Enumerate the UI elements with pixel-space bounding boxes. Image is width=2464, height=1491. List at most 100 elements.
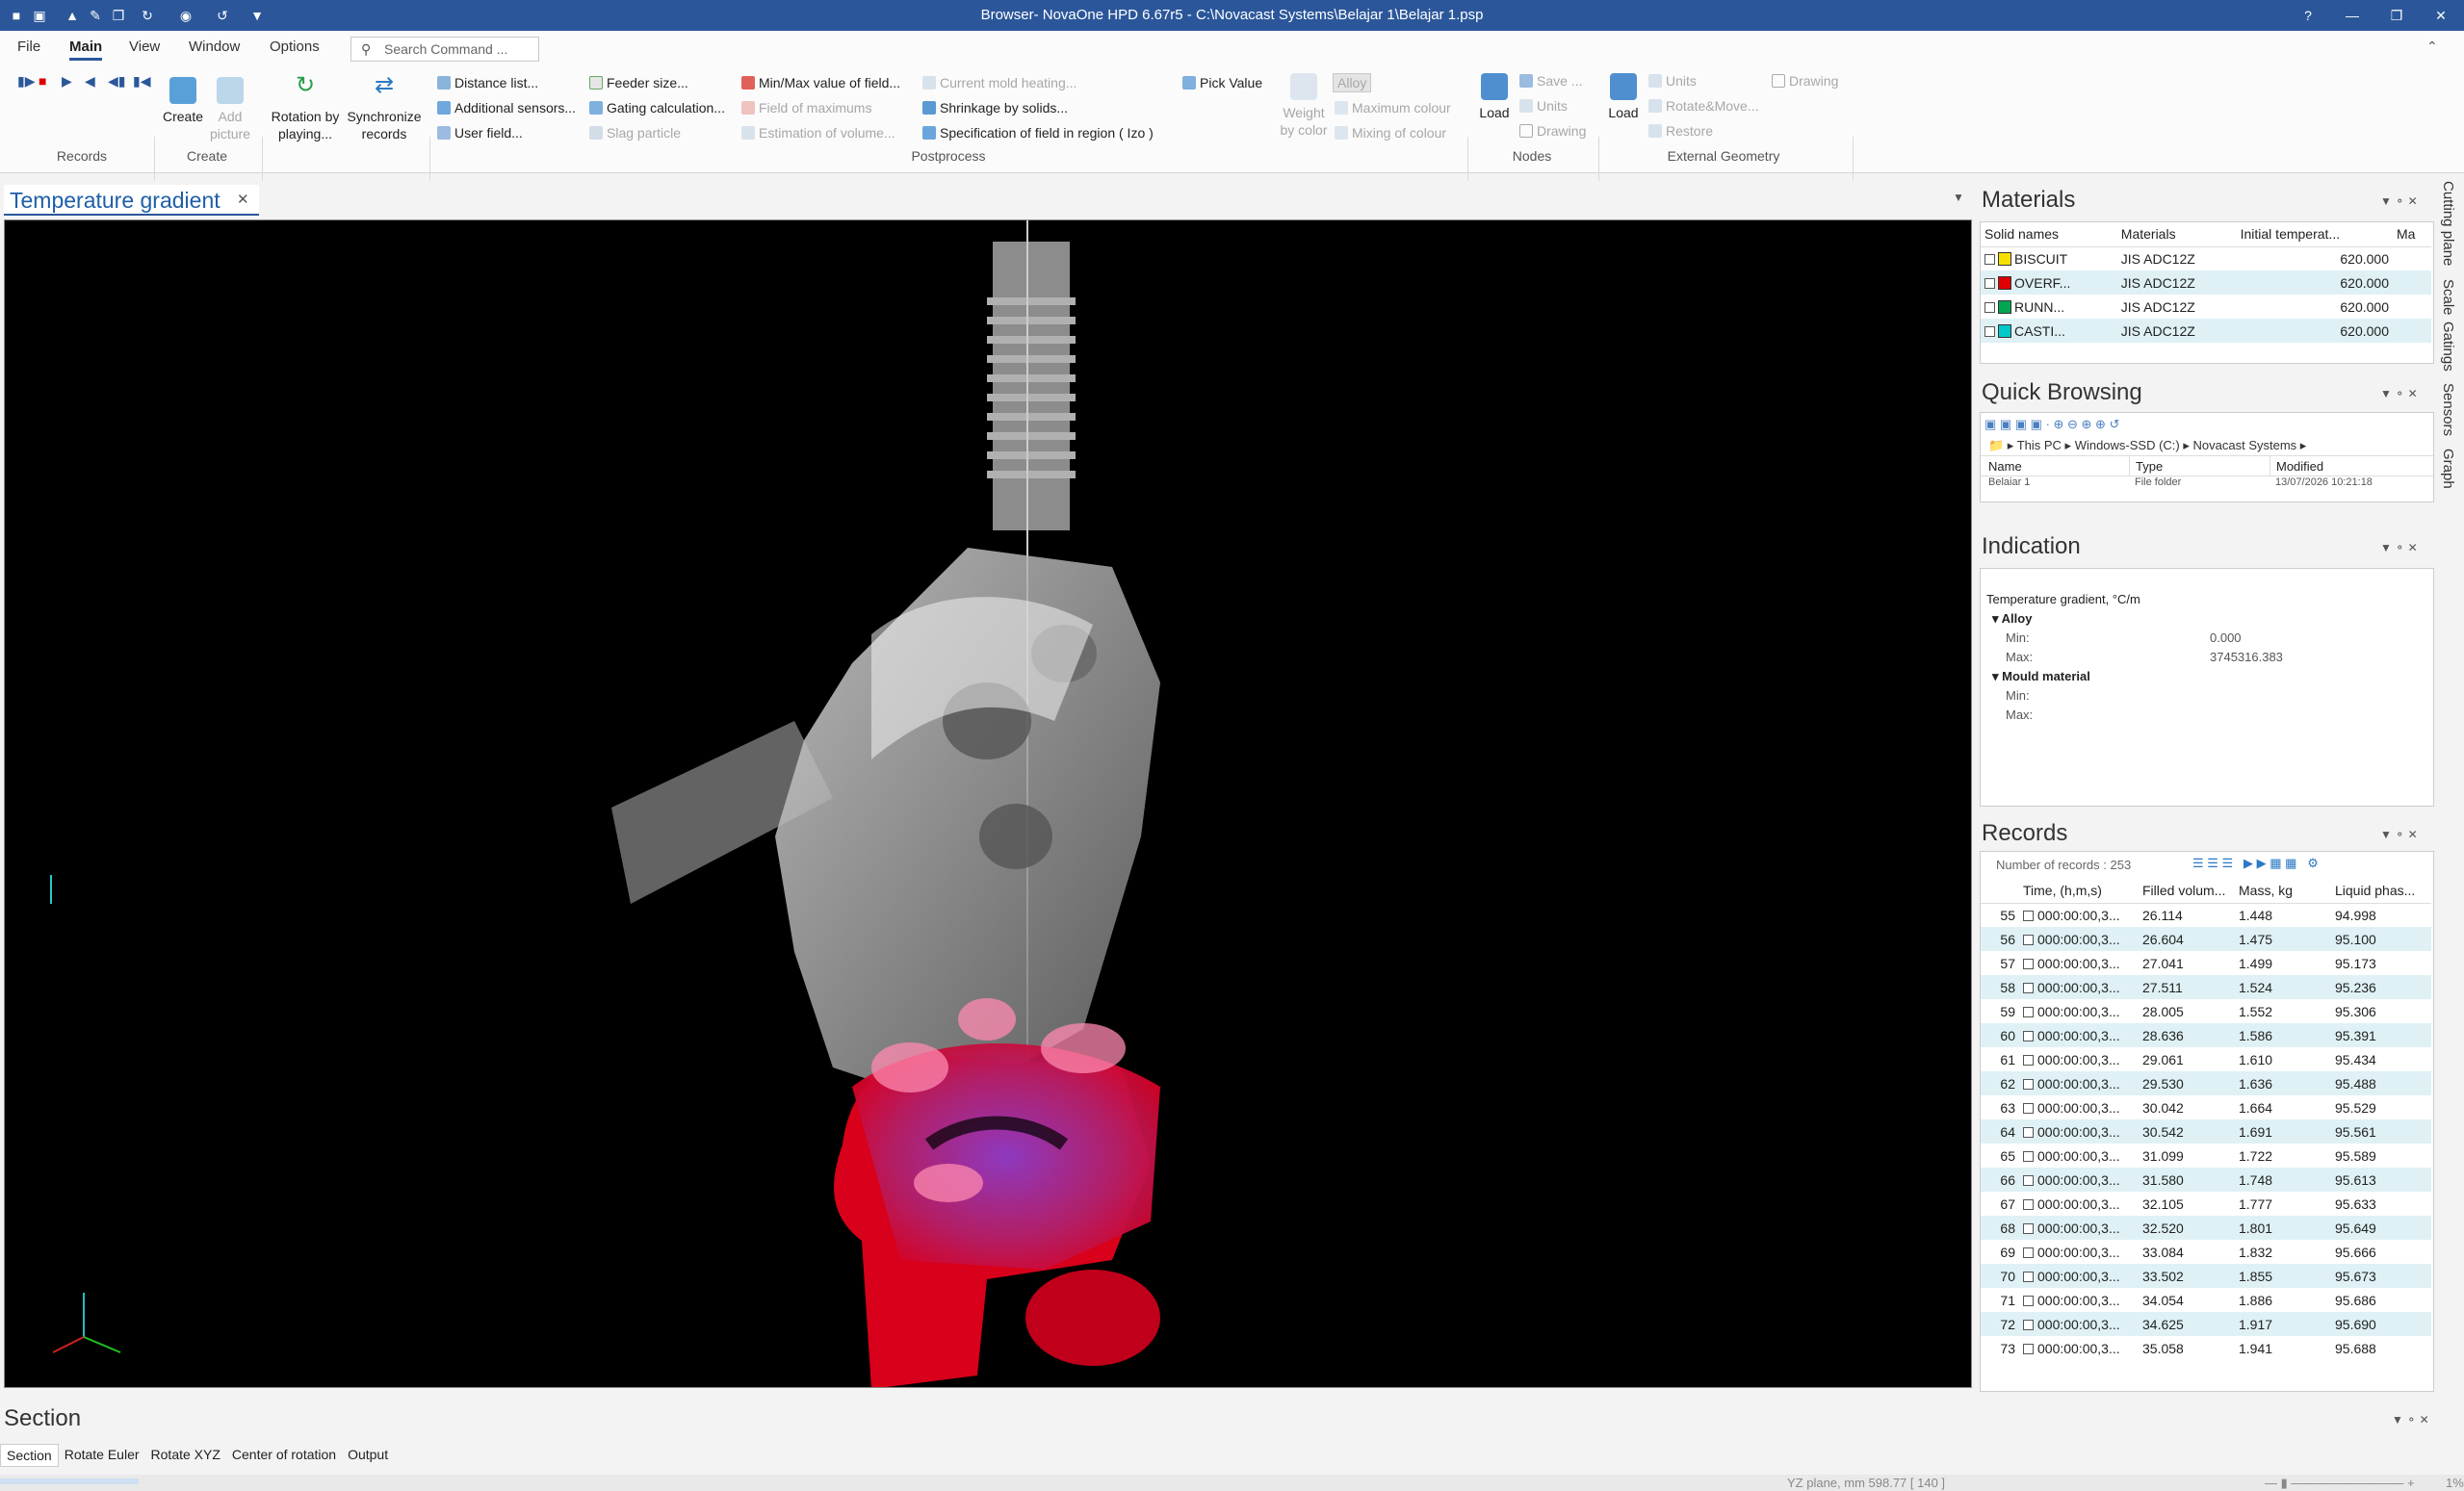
- units-nodes-button[interactable]: Units: [1519, 98, 1568, 114]
- feeder-size-button[interactable]: Feeder size...: [589, 75, 688, 90]
- drawing-nodes-checkbox[interactable]: Drawing: [1519, 123, 1586, 139]
- quick-browsing-panel-menu-icon[interactable]: ▼ ⚬ ✕: [2380, 387, 2418, 400]
- alloy-section[interactable]: ▾ Alloy: [1992, 611, 2032, 627]
- estimation-of-volume-button[interactable]: Estimation of volume...: [741, 125, 895, 141]
- table-row[interactable]: 62 000:00:00,3... 29.530 1.636 95.488: [1981, 1071, 2431, 1095]
- add-picture-button[interactable]: Add picture: [206, 77, 254, 142]
- user-field-button[interactable]: User field...: [437, 125, 523, 141]
- col-modified[interactable]: Modified: [2269, 456, 2329, 476]
- tab-gatings[interactable]: Gatings: [2440, 321, 2456, 372]
- col-materials[interactable]: Materials: [2117, 222, 2237, 246]
- col-ma[interactable]: Ma: [2393, 222, 2431, 246]
- drawing-ext-checkbox[interactable]: Drawing: [1772, 73, 1838, 89]
- checkbox[interactable]: [1984, 253, 1995, 265]
- tab-section[interactable]: Section: [0, 1444, 59, 1467]
- alloy-toggle[interactable]: Alloy: [1333, 73, 1372, 92]
- browse-row[interactable]: Belajar 1 File folder 13/07/2026 10:21:1…: [1981, 476, 2433, 485]
- table-row[interactable]: 68 000:00:00,3... 32.520 1.801 95.649: [1981, 1216, 2431, 1240]
- maximum-colour-button[interactable]: Maximum colour: [1335, 100, 1451, 116]
- gating-calculation-button[interactable]: Gating calculation...: [589, 100, 725, 116]
- load-nodes-button[interactable]: Load: [1473, 73, 1516, 121]
- material-row[interactable]: CASTI... JIS ADC12Z 620.000: [1981, 319, 2431, 343]
- load-geometry-button[interactable]: Load: [1602, 73, 1645, 121]
- checkbox[interactable]: [2023, 1030, 2034, 1041]
- checkbox[interactable]: [2023, 1271, 2034, 1282]
- restore-button[interactable]: ❐: [2374, 0, 2419, 31]
- tab-rotate-euler[interactable]: Rotate Euler: [59, 1444, 145, 1467]
- help-icon[interactable]: ?: [2286, 0, 2330, 31]
- checkbox[interactable]: [2023, 1198, 2034, 1210]
- table-row[interactable]: 71 000:00:00,3... 34.054 1.886 95.686: [1981, 1288, 2431, 1312]
- checkbox[interactable]: [2023, 1174, 2034, 1186]
- play-back-icon[interactable]: ◀▮: [108, 73, 125, 90]
- materials-panel-menu-icon[interactable]: ▼ ⚬ ✕: [2380, 194, 2418, 208]
- checkbox[interactable]: [2023, 1319, 2034, 1330]
- tab-temperature-gradient[interactable]: Temperature gradient ✕: [4, 185, 259, 216]
- additional-sensors-button[interactable]: Additional sensors...: [437, 100, 576, 116]
- tab-sensors[interactable]: Sensors: [2440, 383, 2456, 436]
- table-row[interactable]: 69 000:00:00,3... 33.084 1.832 95.666: [1981, 1240, 2431, 1264]
- weight-by-color-button[interactable]: Weight by color: [1277, 73, 1331, 139]
- material-row[interactable]: RUNN... JIS ADC12Z 620.000: [1981, 295, 2431, 319]
- step-back-icon[interactable]: ◀: [85, 73, 95, 90]
- tab-cutting-plane[interactable]: Cutting plane: [2440, 181, 2456, 266]
- material-row[interactable]: OVERF... JIS ADC12Z 620.000: [1981, 270, 2431, 295]
- tab-center-of-rotation[interactable]: Center of rotation: [226, 1444, 342, 1467]
- minimize-button[interactable]: —: [2330, 0, 2374, 31]
- search-command-input[interactable]: ⚲ Search Command ...: [350, 37, 539, 62]
- table-row[interactable]: 64 000:00:00,3... 30.542 1.691 95.561: [1981, 1119, 2431, 1144]
- field-of-maximums-button[interactable]: Field of maximums: [741, 100, 871, 116]
- checkbox[interactable]: [2023, 958, 2034, 969]
- specification-izo-button[interactable]: Specification of field in region ( Izo ): [922, 125, 1154, 141]
- col-name[interactable]: Name: [1981, 456, 2129, 476]
- col-filled-volume[interactable]: Filled volum...: [2139, 879, 2235, 903]
- checkbox[interactable]: [1984, 325, 1995, 337]
- mould-section[interactable]: ▾ Mould material: [1992, 669, 2090, 684]
- table-row[interactable]: 55 000:00:00,3... 26.114 1.448 94.998: [1981, 903, 2431, 927]
- zoom-slider[interactable]: — ▮ ————————— +: [2265, 1476, 2415, 1491]
- records-toolbar-icons[interactable]: ☰ ☰ ☰ ▶ ▶ ▦ ▦ ⚙: [2192, 856, 2319, 871]
- checkbox[interactable]: [2023, 1150, 2034, 1162]
- checkbox[interactable]: [2023, 982, 2034, 993]
- table-row[interactable]: 60 000:00:00,3... 28.636 1.586 95.391: [1981, 1023, 2431, 1047]
- table-row[interactable]: 63 000:00:00,3... 30.042 1.664 95.529: [1981, 1095, 2431, 1119]
- 3d-viewport[interactable]: [4, 219, 1972, 1388]
- col-initial-temp[interactable]: Initial temperat...: [2237, 222, 2393, 246]
- section-panel-menu-icon[interactable]: ▼ ⚬ ✕: [2392, 1413, 2429, 1427]
- tab-rotate-xyz[interactable]: Rotate XYZ: [145, 1444, 226, 1467]
- restore-ext-button[interactable]: Restore: [1648, 123, 1713, 139]
- tab-graph[interactable]: Graph: [2440, 449, 2456, 489]
- checkbox[interactable]: [2023, 1295, 2034, 1306]
- checkbox[interactable]: [1984, 277, 1995, 289]
- table-row[interactable]: 72 000:00:00,3... 34.625 1.917 95.690: [1981, 1312, 2431, 1336]
- rotation-by-playing-button[interactable]: ↻ Rotation by playing...: [266, 74, 345, 142]
- checkbox[interactable]: [2023, 1247, 2034, 1258]
- mixing-of-colour-button[interactable]: Mixing of colour: [1335, 125, 1446, 141]
- checkbox[interactable]: [1984, 301, 1995, 313]
- table-row[interactable]: 59 000:00:00,3... 28.005 1.552 95.306: [1981, 999, 2431, 1023]
- tab-scale[interactable]: Scale: [2440, 279, 2456, 316]
- col-type[interactable]: Type: [2129, 456, 2269, 476]
- distance-list-button[interactable]: Distance list...: [437, 75, 538, 90]
- menu-file[interactable]: File: [17, 39, 40, 55]
- synchronize-records-button[interactable]: ⇄ Synchronize records: [345, 74, 424, 142]
- menu-window[interactable]: Window: [189, 39, 240, 55]
- checkbox[interactable]: [2023, 1054, 2034, 1066]
- save-nodes-button[interactable]: Save ...: [1519, 73, 1582, 89]
- checkbox[interactable]: [2023, 1126, 2034, 1138]
- stop-icon[interactable]: ■: [39, 73, 46, 89]
- table-row[interactable]: 70 000:00:00,3... 33.502 1.855 95.673: [1981, 1264, 2431, 1288]
- current-mold-heating-button[interactable]: Current mold heating...: [922, 75, 1076, 90]
- table-row[interactable]: 61 000:00:00,3... 29.061 1.610 95.434: [1981, 1047, 2431, 1071]
- checkbox[interactable]: [2023, 1102, 2034, 1114]
- col-time[interactable]: Time, (h,m,s): [2019, 879, 2139, 903]
- checkbox[interactable]: [2023, 934, 2034, 945]
- checkbox[interactable]: [2023, 1006, 2034, 1017]
- create-button[interactable]: Create: [160, 77, 206, 125]
- units-ext-button[interactable]: Units: [1648, 73, 1697, 89]
- menu-main[interactable]: Main: [69, 39, 103, 61]
- first-record-icon[interactable]: ▮▶: [17, 73, 35, 90]
- ribbon-collapse-icon[interactable]: ⌃: [2426, 39, 2438, 55]
- menu-options[interactable]: Options: [270, 39, 320, 55]
- table-row[interactable]: 65 000:00:00,3... 31.099 1.722 95.589: [1981, 1144, 2431, 1168]
